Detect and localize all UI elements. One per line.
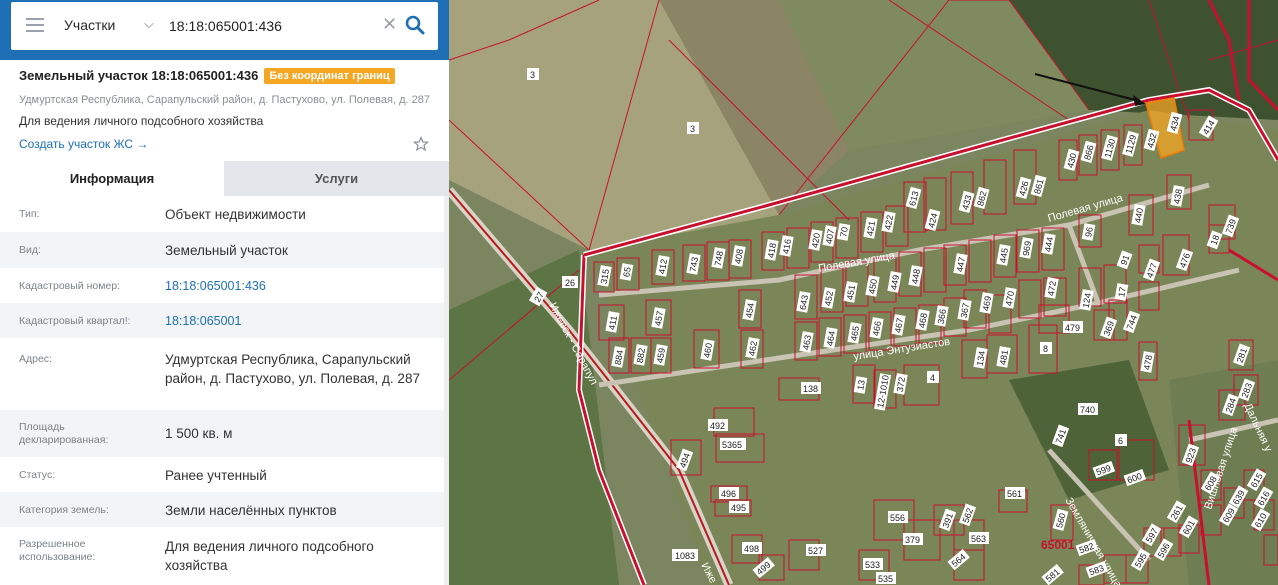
cadastral-number-link[interactable]: 18:18:065001:436 <box>165 277 435 296</box>
quarter-label: 65001 <box>1041 538 1075 552</box>
info-row-cadastral-quarter: Кадастровый квартал!: 18:18:065001 <box>0 303 449 338</box>
parcel-title-text: Земельный участок 18:18:065001:436 <box>19 68 259 83</box>
row-label: Статус: <box>19 469 56 481</box>
info-row-type: Тип: Объект недвижимости <box>0 196 449 232</box>
parcel-purpose: Для ведения личного подсобного хозяйства <box>19 114 264 128</box>
svg-text:6: 6 <box>1118 436 1123 446</box>
svg-text:533: 533 <box>865 560 880 570</box>
tab-info[interactable]: Информация <box>0 161 224 196</box>
row-label: Вид: <box>19 244 41 256</box>
close-icon[interactable]: ✕ <box>382 14 397 35</box>
svg-text:138: 138 <box>803 384 818 394</box>
row-value: Объект недвижимости <box>165 207 306 222</box>
menu-icon[interactable] <box>26 18 44 32</box>
row-label: Категория земель: <box>19 504 109 516</box>
parcel-label: 3 <box>527 68 539 80</box>
svg-text:496: 496 <box>721 489 736 499</box>
svg-text:5365: 5365 <box>722 440 742 450</box>
parcel-label: 1083 <box>672 549 698 561</box>
svg-text:563: 563 <box>971 534 986 544</box>
info-row-area: Площадь декларированная: 1 500 кв. м <box>0 410 449 457</box>
row-label: Кадастровый номер: <box>19 280 121 292</box>
status-badge: Без координат границ <box>264 68 395 84</box>
category-select[interactable]: Участки <box>64 17 115 33</box>
svg-text:96: 96 <box>1083 226 1095 238</box>
row-value: Земельный участок <box>165 243 288 258</box>
search-bar: Участки ⌵ ✕ <box>0 0 449 60</box>
svg-text:65: 65 <box>621 266 633 278</box>
svg-text:479: 479 <box>1065 323 1080 333</box>
info-row-cadastral-number: Кадастровый номер: 18:18:065001:436 <box>0 268 449 303</box>
cadastral-quarter-link[interactable]: 18:18:065001 <box>165 312 435 331</box>
svg-text:561: 561 <box>1007 489 1022 499</box>
info-panel: Участки ⌵ ✕ Земельный участок 18:18:0650… <box>0 0 449 585</box>
info-row-status: Статус: Ранее учтенный <box>0 457 449 492</box>
row-value: Ранее учтенный <box>165 468 267 483</box>
svg-text:3: 3 <box>690 124 695 134</box>
svg-text:1083: 1083 <box>675 551 695 561</box>
tab-services[interactable]: Услуги <box>224 161 449 196</box>
parcel-label: 3 <box>687 122 699 134</box>
svg-text:535: 535 <box>878 574 893 584</box>
svg-text:26: 26 <box>565 278 575 288</box>
svg-text:527: 527 <box>808 546 823 556</box>
create-parcel-link[interactable]: Создать участок ЖС → <box>19 137 148 151</box>
svg-text:556: 556 <box>890 513 905 523</box>
row-value: Удмуртская Республика, Сарапульский райо… <box>165 352 420 386</box>
parcel-address: Удмуртская Республика, Сарапульский райо… <box>19 94 430 106</box>
row-value: Земли населённых пунктов <box>165 503 337 518</box>
chevron-down-icon[interactable]: ⌵ <box>144 16 154 32</box>
info-table: Тип: Объект недвижимости Вид: Земельный … <box>0 196 449 585</box>
svg-text:8: 8 <box>1043 344 1048 354</box>
info-row-address: Адрес: Удмуртская Республика, Сарапульск… <box>0 338 449 410</box>
row-label: Тип: <box>19 208 40 220</box>
search-box: Участки ⌵ ✕ <box>11 2 438 50</box>
svg-text:17: 17 <box>1116 286 1128 298</box>
parcel-title: Земельный участок 18:18:065001:436 Без ко… <box>19 68 395 84</box>
search-input[interactable] <box>169 15 379 37</box>
row-label: Адрес: <box>19 353 52 365</box>
svg-text:492: 492 <box>710 421 725 431</box>
svg-text:495: 495 <box>731 503 746 513</box>
svg-text:498: 498 <box>744 544 759 554</box>
map-view[interactable]: Ижевск - Сарапул Иже Полевая улица Полев… <box>449 0 1278 585</box>
svg-text:379: 379 <box>905 535 920 545</box>
star-icon[interactable] <box>413 136 429 152</box>
info-row-permitted-use: Разрешенное использование: Для ведения л… <box>0 527 449 585</box>
row-label: Площадь декларированная: <box>19 421 109 446</box>
svg-text:4: 4 <box>930 373 935 383</box>
svg-text:70: 70 <box>838 226 850 238</box>
svg-text:13: 13 <box>855 379 867 391</box>
info-row-kind: Вид: Земельный участок <box>0 232 449 268</box>
row-value: 1 500 кв. м <box>165 426 233 441</box>
parcel-label: 26 <box>562 276 578 288</box>
map-canvas[interactable]: Ижевск - Сарапул Иже Полевая улица Полев… <box>449 0 1278 585</box>
tabs: Информация Услуги <box>0 161 449 196</box>
row-label: Кадастровый квартал!: <box>19 315 131 327</box>
info-row-land-category: Категория земель: Земли населённых пункт… <box>0 492 449 527</box>
svg-text:3: 3 <box>530 70 535 80</box>
svg-text:740: 740 <box>1080 405 1095 415</box>
row-label: Разрешенное использование: <box>19 538 96 563</box>
row-value: Для ведения личного подсобного хозяйства <box>165 539 374 573</box>
search-icon[interactable] <box>404 14 426 36</box>
